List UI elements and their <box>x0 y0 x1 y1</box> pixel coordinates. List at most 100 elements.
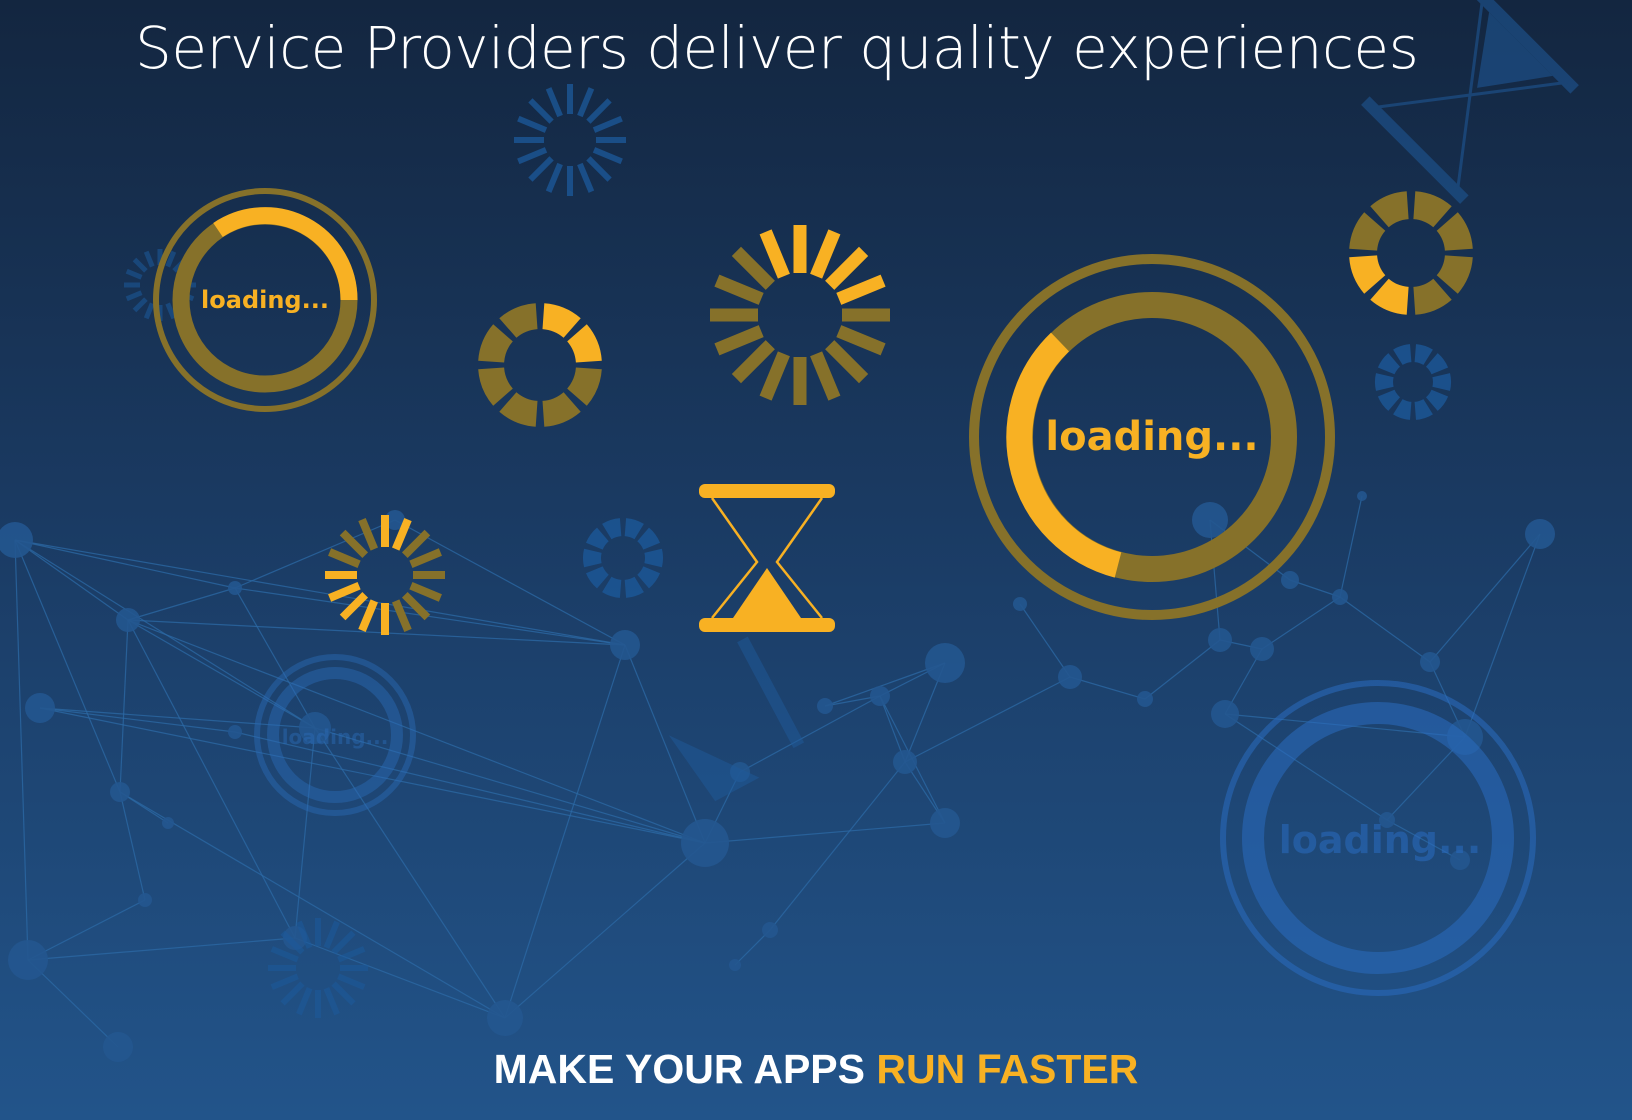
faded-loading-label-large: loading... <box>1279 818 1482 862</box>
segment-spinner-left-icon-segment <box>499 303 538 338</box>
segment-spinner-right-icon <box>1349 191 1473 315</box>
ray-spinner-large-icon-ray <box>731 246 775 290</box>
faded-dashed-spinner-right-icon-segment <box>1377 353 1400 375</box>
faded-ring-loader-large-icon: loading... <box>1220 680 1536 996</box>
faded-ray-spinner-bottom-icon-ray <box>337 973 366 990</box>
page-title: Service Providers deliver quality experi… <box>135 14 1419 82</box>
faded-ray-spinner-bottom-icon-ray <box>270 973 299 990</box>
faded-dashed-spinner-mid-icon-segment <box>586 566 609 589</box>
faded-dashed-spinner-right-icon <box>1374 344 1452 420</box>
faded-ray-spinner-bottom-icon-ray <box>337 946 366 963</box>
faded-dashed-spinner-mid-icon-segment <box>586 527 609 550</box>
ray-spinner-large-icon-ray <box>810 229 841 279</box>
faded-dashed-spinner-right-icon-segment <box>1374 373 1394 391</box>
ray-spinner-large-icon-ray <box>759 229 790 279</box>
faded-dashed-spinner-mid-icon-segment <box>637 566 660 589</box>
ray-spinner-large-icon-ray <box>714 274 764 305</box>
ray-spinner-small-icon-ray <box>392 599 412 632</box>
ray-spinner-small-icon-ray <box>328 582 361 602</box>
faded-ray-spinner-top-icon-ray <box>545 87 563 118</box>
ray-spinner-large-icon-ray <box>759 351 790 401</box>
ray-spinner-small-icon-ray <box>409 582 442 602</box>
segment-spinner-right-icon-segment <box>1370 191 1409 228</box>
ray-spinner-large-icon-ray <box>731 340 775 384</box>
faded-ring-loader-small-icon: loading... <box>254 654 416 816</box>
faded-ray-spinner-bottom-icon-ray <box>331 981 356 1006</box>
illustration: loading... loading... loading... loading… <box>0 0 1579 1062</box>
ray-spinner-large-icon-ray <box>836 274 886 305</box>
ray-spinner-large-icon-ray <box>714 325 764 356</box>
segment-spinner-left-icon <box>478 303 602 427</box>
faded-ray-spinner-top-icon-ray <box>517 147 548 165</box>
faded-dashed-spinner-mid-icon-segment <box>583 548 602 568</box>
faded-ray-spinner-top-icon-ray <box>528 98 554 124</box>
faded-dashed-spinner-right-icon-segment <box>1393 344 1412 365</box>
faded-ray-spinner-top-icon-ray <box>592 147 623 165</box>
faded-ray-spinner-left-icon-ray <box>125 268 143 280</box>
ray-spinner-large-icon-ray <box>825 340 869 384</box>
ray-spinner-large-icon <box>710 225 890 405</box>
segment-spinner-right-icon-segment <box>1436 212 1473 251</box>
faded-dashed-spinner-right-icon-segment <box>1377 389 1400 411</box>
faded-ray-spinner-left-icon-ray <box>125 290 143 302</box>
faded-dashed-spinner-right-icon-segment <box>1393 399 1412 420</box>
segment-spinner-right-icon-segment <box>1349 255 1386 294</box>
faded-hourglass-bottom-icon <box>668 636 805 802</box>
loading-label-large: loading... <box>1045 414 1258 460</box>
faded-ray-spinner-bottom-icon-ray <box>331 930 356 955</box>
faded-ray-spinner-top-icon-ray <box>586 156 612 182</box>
segment-spinner-left-icon-segment <box>567 324 602 363</box>
faded-ray-spinner-left-icon-ray <box>132 257 148 273</box>
ray-spinner-small-icon-ray <box>358 518 378 551</box>
faded-ray-spinner-top-icon-ray <box>528 156 554 182</box>
faded-ray-spinner-top-icon-ray <box>592 115 623 133</box>
hourglass-icon <box>699 484 835 632</box>
loading-label-small: loading... <box>201 286 329 314</box>
ring-loader-small-icon: loading... <box>153 188 377 412</box>
segment-spinner-left-icon-segment <box>478 324 513 363</box>
faded-ray-spinner-left-icon-ray <box>143 302 155 320</box>
network-graph-icon <box>0 491 1555 1062</box>
tagline: MAKE YOUR APPS RUN FASTER <box>0 1046 1632 1093</box>
faded-ray-spinner-bottom-icon-ray <box>270 946 299 963</box>
faded-dashed-spinner-mid-icon-segment <box>602 518 622 540</box>
segment-spinner-left-icon-segment <box>542 392 581 427</box>
ray-spinner-large-icon-ray <box>825 246 869 290</box>
segment-spinner-right-icon-segment <box>1413 278 1452 315</box>
faded-dashed-spinner-mid-icon-segment <box>624 576 644 598</box>
segment-spinner-right-icon-segment <box>1436 255 1473 294</box>
faded-ray-spinner-bottom-icon-ray <box>323 920 340 949</box>
faded-ray-spinner-bottom-icon-ray <box>296 987 313 1016</box>
faded-ray-spinner-bottom-icon <box>268 918 368 1018</box>
faded-ray-spinner-top-icon-ray <box>577 162 595 193</box>
segment-spinner-right-icon-segment <box>1370 278 1409 315</box>
segment-spinner-left-icon-segment <box>499 392 538 427</box>
segment-spinner-right-icon-segment <box>1413 191 1452 228</box>
faded-dashed-spinner-right-icon-segment <box>1414 344 1433 365</box>
faded-dashed-spinner-right-icon-segment <box>1414 399 1433 420</box>
ray-spinner-small-icon-ray <box>328 548 361 568</box>
faded-dashed-spinner-mid-icon <box>583 518 663 598</box>
faded-ray-spinner-top-icon <box>514 84 626 196</box>
ray-spinner-small-icon-ray <box>339 529 369 559</box>
faded-ray-spinner-top-icon-ray <box>577 87 595 118</box>
segment-spinner-left-icon-segment <box>567 367 602 406</box>
segment-spinner-left-icon-segment <box>478 367 513 406</box>
faded-ray-spinner-bottom-icon-ray <box>323 987 340 1016</box>
tagline-lead: MAKE YOUR APPS <box>493 1046 865 1092</box>
ray-spinner-large-icon-ray <box>810 351 841 401</box>
faded-ray-spinner-left-icon-ray <box>143 250 155 268</box>
faded-ray-spinner-top-icon-ray <box>545 162 563 193</box>
tagline-accent: RUN FASTER <box>876 1046 1139 1092</box>
faded-dashed-spinner-mid-icon-segment <box>602 576 622 598</box>
faded-dashed-spinner-right-icon-segment <box>1426 353 1449 375</box>
ring-loader-large-icon: loading... <box>969 254 1335 620</box>
faded-dashed-spinner-mid-icon-segment <box>624 518 644 540</box>
ray-spinner-small-icon-ray <box>401 529 431 559</box>
ray-spinner-small-icon <box>325 515 445 635</box>
faded-ray-spinner-top-icon-ray <box>586 98 612 124</box>
ray-spinner-large-icon-ray <box>836 325 886 356</box>
faded-dashed-spinner-right-icon-segment <box>1426 389 1449 411</box>
faded-ray-spinner-top-icon-ray <box>517 115 548 133</box>
faded-dashed-spinner-right-icon-segment <box>1432 373 1452 391</box>
